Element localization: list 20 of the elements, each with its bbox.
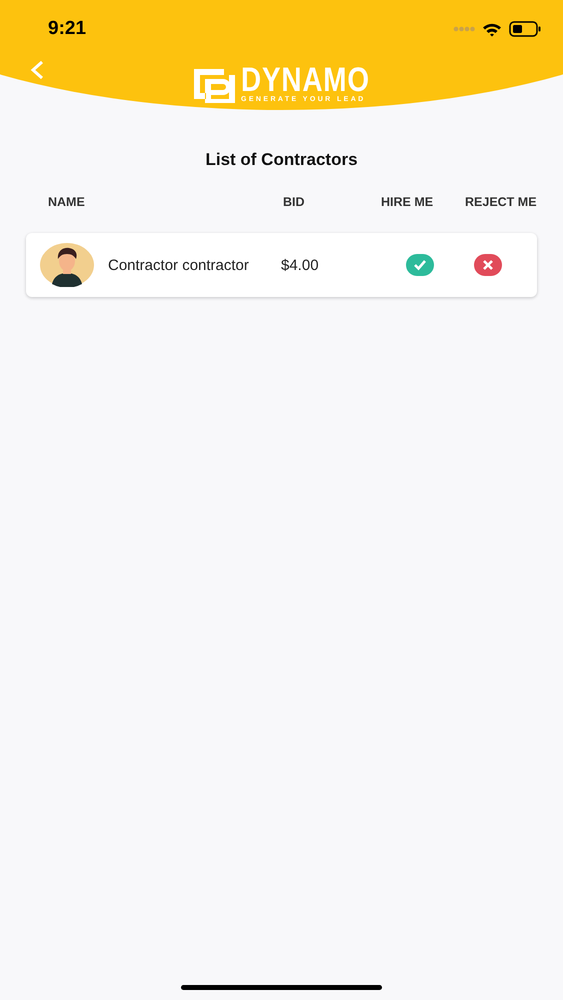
close-icon (482, 259, 494, 271)
page-title: List of Contractors (204, 150, 359, 170)
reject-button[interactable] (474, 254, 502, 276)
column-header: NAME (48, 195, 86, 210)
column-header: HIRE ME (381, 195, 434, 210)
logo-title: DYNAMO (241, 64, 370, 94)
battery-icon (509, 21, 541, 37)
contractor-name: Contractor contractor (108, 256, 250, 274)
check-icon (413, 259, 427, 271)
logo-icon (193, 68, 237, 104)
wifi-icon (482, 22, 502, 36)
avatar-icon (40, 243, 94, 287)
bid-amount: $4.00 (281, 256, 320, 274)
hire-button[interactable] (406, 254, 434, 276)
back-button[interactable] (28, 58, 46, 82)
status-time: 9:21 (48, 18, 86, 40)
column-header: BID (283, 195, 306, 210)
back-icon (30, 60, 44, 80)
signal-icon (453, 26, 475, 32)
column-header: REJECT ME (465, 195, 538, 210)
